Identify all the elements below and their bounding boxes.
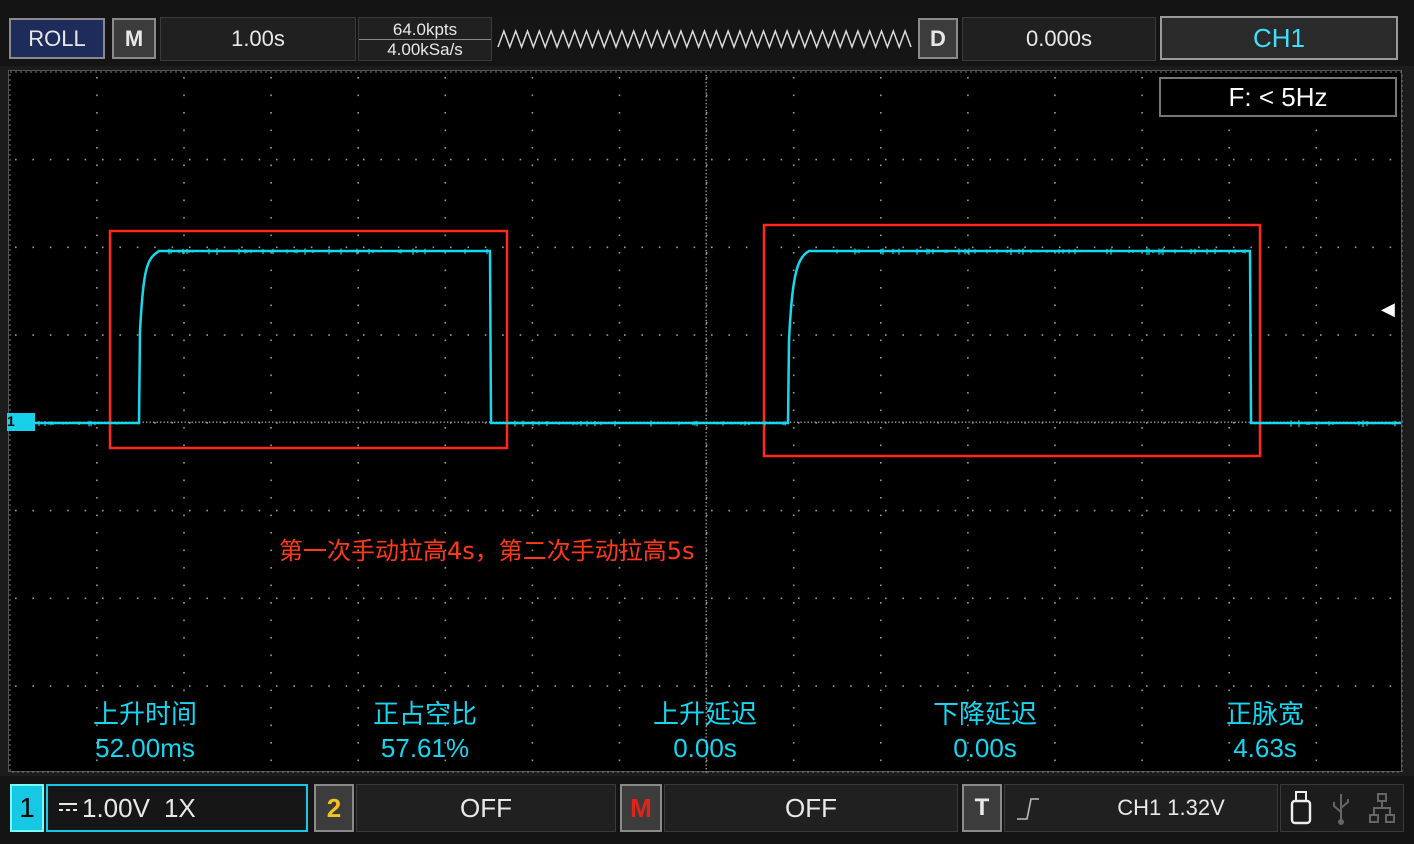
annotation-text: 第一次手动拉高4s，第二次手动拉高5s <box>279 537 695 565</box>
measurement-label: 下降延迟 <box>932 700 1037 730</box>
usb-icon <box>1333 794 1349 825</box>
trigger-info: CH1 1.32V <box>1117 795 1225 820</box>
trigger-level-arrow-icon[interactable]: ◀ <box>1381 299 1395 320</box>
sample-rate: 4.00kSa/s <box>387 39 463 59</box>
trigger-button[interactable]: T <box>962 784 1002 832</box>
ch1-button[interactable]: 1 <box>10 784 44 832</box>
measurement-label: 正脉宽 <box>1225 700 1304 730</box>
usb-drive-icon[interactable] <box>1288 790 1314 826</box>
measurement-label: 上升延迟 <box>652 700 757 730</box>
ch1-ground-marker[interactable]: 1 <box>7 413 35 431</box>
oscilloscope-display: ROLL M 1.00s 64.0kpts 4.00kSa/s D 0.000s… <box>0 0 1414 844</box>
math-button[interactable]: M <box>620 784 662 832</box>
frequency-readout: F: < 5Hz <box>1159 77 1397 117</box>
ch2-button[interactable]: 2 <box>314 784 354 832</box>
ch1-trace <box>27 249 1401 425</box>
measurement-label: 正占空比 <box>372 700 477 730</box>
measurement-value: 0.00s <box>953 733 1017 763</box>
waveform-plot <box>9 71 1403 773</box>
timebase-readout[interactable]: 1.00s <box>160 17 356 61</box>
math-state[interactable]: OFF <box>664 784 958 832</box>
roll-mode-button[interactable]: ROLL <box>9 18 105 59</box>
acquisition-info: 64.0kpts 4.00kSa/s <box>358 17 492 61</box>
measurement-value: 4.63s <box>1233 733 1297 763</box>
ch1-settings[interactable]: 1.00V 1X <box>46 784 308 832</box>
memory-wave-icon <box>497 28 912 50</box>
dc-coupling-icon <box>59 803 77 811</box>
waveform-screen[interactable]: F: < 5Hz 1 ◀ 第一次手动拉高4s，第二次手动拉高5s 上升时间 52… <box>7 70 1403 773</box>
status-icons <box>1280 784 1404 832</box>
memory-depth: 64.0kpts <box>359 20 491 40</box>
highlight-box-second-pulse <box>762 223 1262 458</box>
measurement-positive-duty: 正占空比 57.61% <box>335 699 515 765</box>
network-icon <box>1369 793 1395 823</box>
ch1-trace-noise <box>32 248 1396 428</box>
measurement-positive-width: 正脉宽 4.63s <box>1175 699 1355 765</box>
ch2-state[interactable]: OFF <box>356 784 616 832</box>
memory-position-indicator <box>494 17 914 61</box>
highlight-box-first-pulse <box>108 229 509 450</box>
trigger-settings[interactable]: CH1 1.32V <box>1004 784 1278 832</box>
channel-select-button[interactable]: CH1 <box>1160 16 1398 60</box>
top-status-bar: ROLL M 1.00s 64.0kpts 4.00kSa/s D 0.000s… <box>0 0 1414 66</box>
measurement-value: 57.61% <box>380 733 470 763</box>
delay-readout[interactable]: 0.000s <box>962 17 1156 61</box>
main-menu-button[interactable]: M <box>112 18 156 59</box>
bottom-status-bar: 1 1.00V 1X 2 OFF M OFF T CH1 1.32V <box>0 776 1414 844</box>
ch1-marker-label: 1 <box>7 413 15 429</box>
measurement-value: 52.00ms <box>95 733 195 763</box>
ch1-scale: 1.00V <box>82 792 150 823</box>
measurement-value: 0.00s <box>673 733 737 763</box>
rising-edge-icon <box>1017 798 1039 820</box>
measurement-label: 上升时间 <box>92 700 197 730</box>
measurement-rise-delay: 上升延迟 0.00s <box>615 699 795 765</box>
measurement-rise-time: 上升时间 52.00ms <box>55 699 235 765</box>
ch1-probe: 1X <box>163 792 196 823</box>
delay-button[interactable]: D <box>918 18 958 59</box>
measurement-fall-delay: 下降延迟 0.00s <box>895 699 1075 765</box>
